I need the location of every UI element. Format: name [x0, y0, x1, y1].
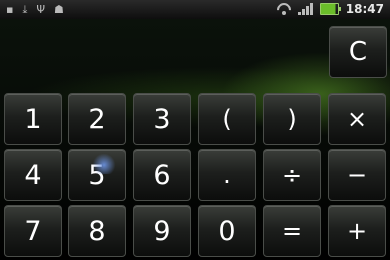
- wifi-icon: [277, 3, 291, 15]
- clear-button[interactable]: C: [329, 26, 387, 78]
- equals-key[interactable]: =: [263, 205, 321, 257]
- key-5[interactable]: 5: [68, 149, 126, 201]
- key-8[interactable]: 8: [68, 205, 126, 257]
- subtract-key[interactable]: −: [328, 149, 386, 201]
- clock: 18:47: [345, 2, 384, 16]
- key-3[interactable]: 3: [133, 93, 191, 145]
- usb-icon: Ψ: [36, 3, 46, 16]
- key-1[interactable]: 1: [4, 93, 62, 145]
- decimal-key[interactable]: .: [198, 149, 256, 201]
- key-2[interactable]: 2: [68, 93, 126, 145]
- key-9[interactable]: 9: [133, 205, 191, 257]
- android-icon: ☗: [54, 3, 64, 16]
- multiply-key[interactable]: ×: [328, 93, 386, 145]
- battery-icon: [319, 3, 341, 15]
- divide-key[interactable]: ÷: [263, 149, 321, 201]
- key-0[interactable]: 0: [198, 205, 256, 257]
- open-paren-key[interactable]: (: [198, 93, 256, 145]
- calculator-display: [0, 19, 322, 89]
- key-4[interactable]: 4: [4, 149, 62, 201]
- key-6[interactable]: 6: [133, 149, 191, 201]
- notification-icon: ▪: [6, 3, 14, 16]
- calculator-screen: C 1 2 3 ( ) × 4 5 6 . ÷ − 7 8 9 0 = +: [0, 19, 390, 260]
- signal-icon: [297, 3, 313, 15]
- status-bar: ▪ ⤓ Ψ ☗ 18:47: [0, 0, 390, 19]
- key-7[interactable]: 7: [4, 205, 62, 257]
- download-icon: ⤓: [22, 3, 28, 16]
- close-paren-key[interactable]: ): [263, 93, 321, 145]
- add-key[interactable]: +: [328, 205, 386, 257]
